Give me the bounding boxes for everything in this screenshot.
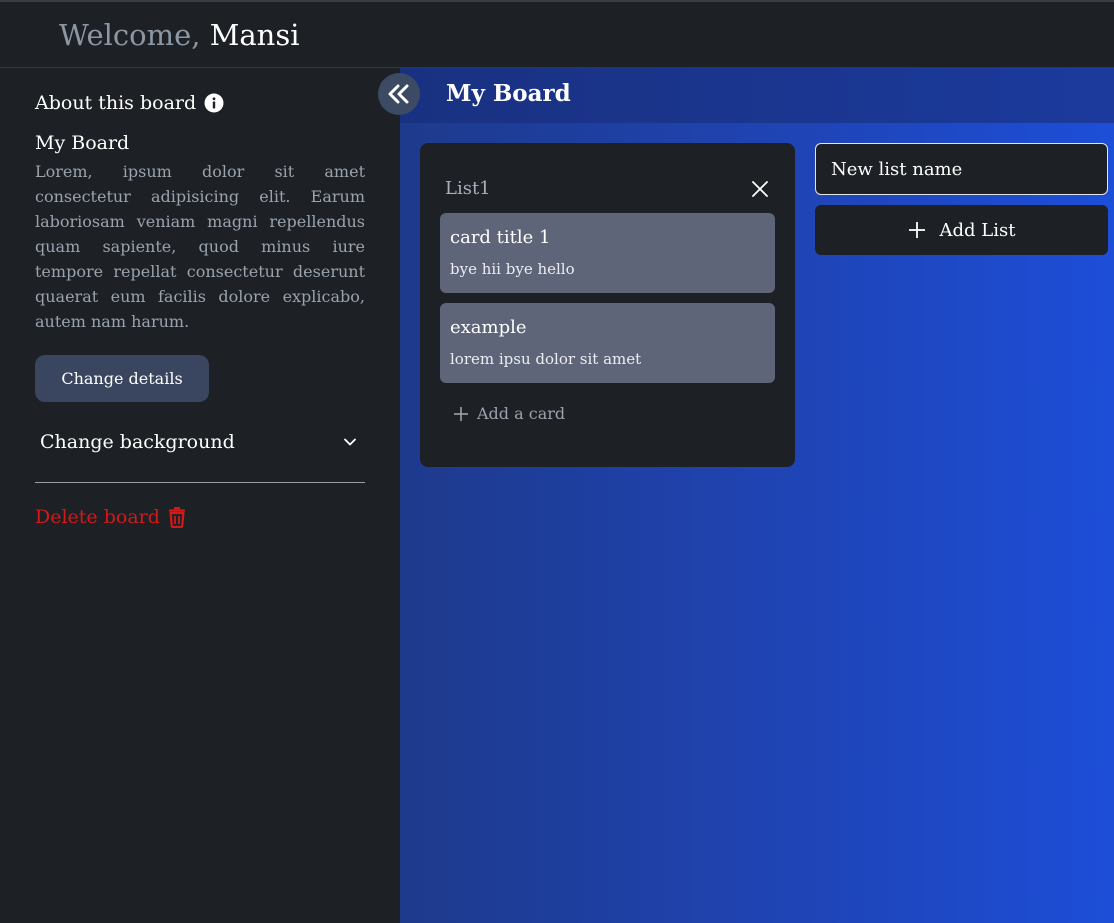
delete-board-button[interactable]: Delete board [35,506,186,528]
close-icon[interactable] [750,179,770,199]
add-list-button[interactable]: Add List [815,205,1108,255]
sidebar-divider [35,482,365,483]
trash-icon [168,507,185,528]
list-title[interactable]: List1 [445,178,491,199]
info-icon[interactable] [204,93,224,113]
new-list-name-input[interactable] [815,143,1108,195]
about-board-heading: About this board [35,92,224,114]
change-background-toggle[interactable]: Change background [35,424,365,460]
add-card-button[interactable]: Add a card [453,404,565,423]
user-name: Mansi [209,18,300,52]
board-title: My Board [446,80,571,107]
card-title: card title 1 [450,227,551,248]
plus-icon [454,406,468,421]
card-description: bye hii bye hello [450,260,575,278]
top-bar: Welcome, Mansi [0,0,1114,68]
sidebar-board-name: My Board [35,132,130,154]
change-background-label: Change background [40,431,235,453]
double-chevron-left-icon [388,84,409,104]
card[interactable]: card title 1 bye hii bye hello [440,213,775,293]
add-list-label: Add List [939,219,1016,241]
delete-board-label: Delete board [35,506,160,528]
add-card-label: Add a card [477,404,566,423]
change-details-button[interactable]: Change details [35,355,209,402]
list-column: List1 card title 1 bye hii bye hello exa… [420,143,795,467]
welcome-message: Welcome, Mansi [59,18,300,52]
chevron-down-icon [344,438,356,446]
card[interactable]: example lorem ipsu dolor sit amet [440,303,775,383]
board-description: Lorem, ipsum dolor sit amet consectetur … [35,162,365,331]
about-board-title: About this board [35,92,197,114]
board-header: My Board [400,68,1114,123]
plus-icon [908,222,925,238]
card-description: lorem ipsu dolor sit amet [450,350,642,368]
board-canvas: My Board List1 card title 1 bye hii bye … [400,68,1114,923]
card-title: example [450,317,527,338]
welcome-greeting: Welcome, [59,18,201,52]
collapse-sidebar-button[interactable] [378,73,420,115]
board-sidebar: About this board My Board Lorem, ipsum d… [0,68,400,923]
